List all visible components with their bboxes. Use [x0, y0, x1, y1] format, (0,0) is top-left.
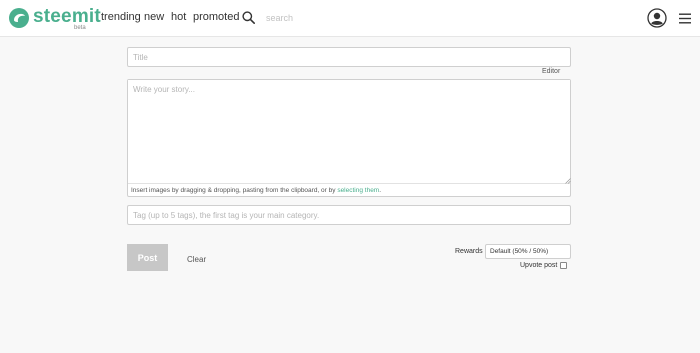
- nav-trending[interactable]: trending: [101, 11, 141, 24]
- beta-tag: beta: [74, 25, 86, 31]
- search-icon[interactable]: [242, 11, 255, 24]
- top-header: steemit beta trending new hot promoted: [0, 0, 700, 37]
- hamburger-menu-icon[interactable]: [679, 13, 691, 24]
- upload-hint-text: Insert images by dragging & dropping, pa…: [131, 187, 338, 194]
- story-editor: [127, 79, 571, 197]
- post-button[interactable]: Post: [127, 244, 168, 271]
- rewards-label: Rewards: [455, 248, 483, 255]
- tags-input[interactable]: [127, 205, 571, 225]
- story-body-input[interactable]: [128, 80, 570, 184]
- rewards-select[interactable]: Default (50% / 50%): [485, 244, 571, 259]
- image-upload-hint: Insert images by dragging & dropping, pa…: [131, 187, 381, 194]
- clear-button[interactable]: Clear: [187, 255, 206, 264]
- editor-toggle-link[interactable]: Editor: [542, 68, 560, 75]
- brand-name[interactable]: steemit: [33, 7, 101, 27]
- upvote-post-checkbox[interactable]: [560, 262, 567, 269]
- upvote-post-label: Upvote post: [520, 262, 558, 269]
- search-input[interactable]: [266, 9, 386, 26]
- nav-new[interactable]: new: [144, 11, 164, 24]
- user-avatar-icon[interactable]: [647, 8, 667, 28]
- resize-grip-icon[interactable]: [565, 178, 571, 184]
- title-input[interactable]: [127, 47, 571, 67]
- nav-hot[interactable]: hot: [171, 11, 186, 24]
- upload-hint-end: .: [379, 187, 382, 194]
- nav-promoted[interactable]: promoted: [193, 11, 239, 24]
- steemit-logo-icon[interactable]: [8, 7, 30, 29]
- select-images-link[interactable]: selecting them: [337, 187, 379, 194]
